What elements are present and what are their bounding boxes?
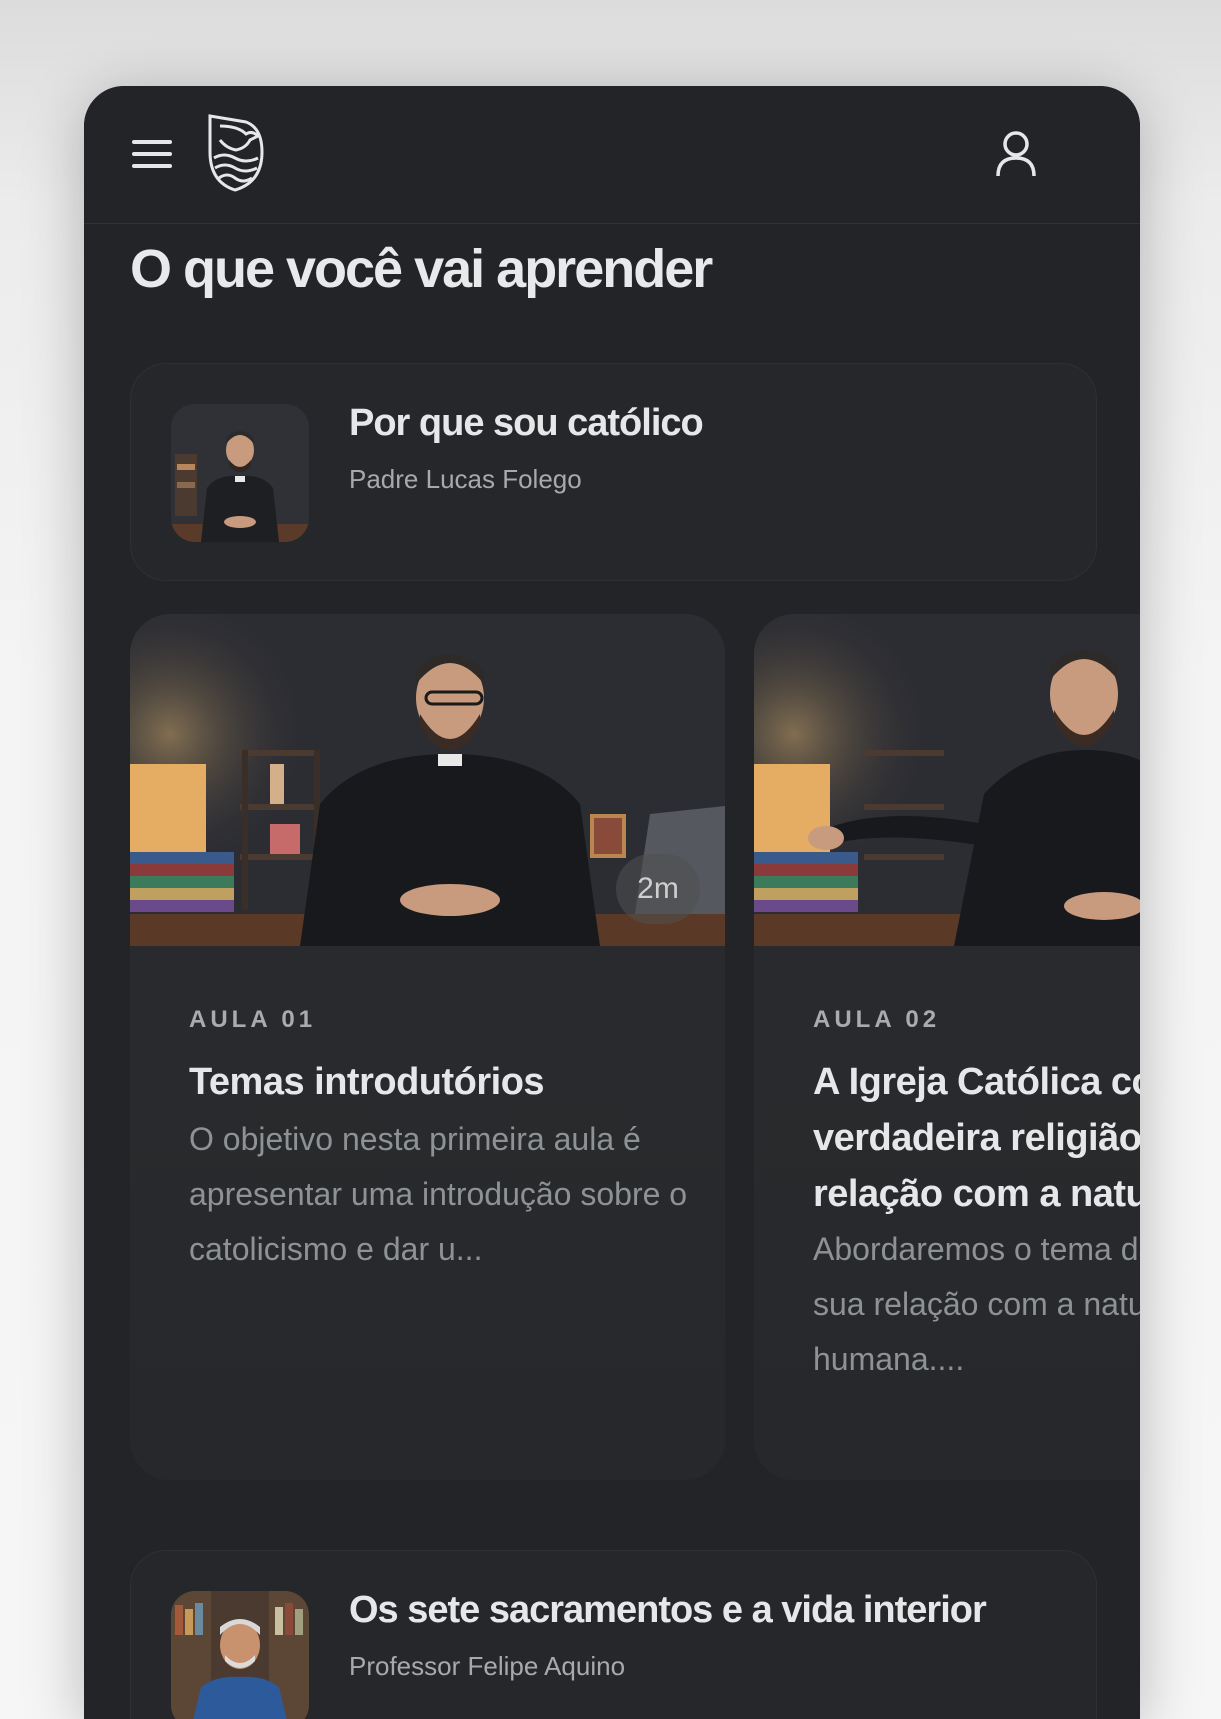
lesson-card[interactable]: 2m AULA 01 Temas introdutórios O objetiv… bbox=[130, 614, 725, 1480]
lesson-video-thumbnail[interactable] bbox=[754, 614, 1140, 946]
top-bar bbox=[84, 86, 1140, 224]
lesson-number: AULA 02 bbox=[813, 1006, 941, 1033]
course-card[interactable]: Por que sou católico Padre Lucas Folego bbox=[130, 363, 1097, 581]
course-author: Professor Felipe Aquino bbox=[349, 1651, 626, 1681]
hamburger-menu-icon[interactable] bbox=[132, 136, 172, 172]
course-title: Por que sou católico bbox=[349, 402, 704, 444]
lesson-card[interactable]: AULA 02 A Igreja Católica como verdadeir… bbox=[754, 614, 1140, 1480]
course-thumbnail bbox=[171, 404, 309, 542]
lesson-number: AULA 01 bbox=[189, 1006, 317, 1033]
course-author: Padre Lucas Folego bbox=[349, 464, 582, 494]
lesson-title: Temas introdutórios bbox=[189, 1061, 545, 1103]
user-icon[interactable] bbox=[994, 130, 1038, 178]
course-title: Os sete sacramentos e a vida interior bbox=[349, 1589, 987, 1631]
app-screen: O que você vai aprender Por que sou cató… bbox=[84, 86, 1140, 1719]
lesson-video-thumbnail[interactable]: 2m bbox=[130, 614, 725, 946]
duration-badge: 2m bbox=[616, 854, 700, 924]
lesson-title: A Igreja Católica como verdadeira religi… bbox=[813, 1061, 1140, 1215]
lesson-description: O objetivo nesta primeira aula é apresen… bbox=[189, 1121, 688, 1267]
course-thumbnail bbox=[171, 1591, 309, 1719]
logo-icon[interactable] bbox=[206, 112, 264, 192]
lesson-description: Abordaremos o tema da religião e sua rel… bbox=[813, 1231, 1140, 1377]
section-title: O que você vai aprender bbox=[130, 239, 713, 299]
course-card[interactable]: Os sete sacramentos e a vida interior Pr… bbox=[130, 1550, 1097, 1719]
